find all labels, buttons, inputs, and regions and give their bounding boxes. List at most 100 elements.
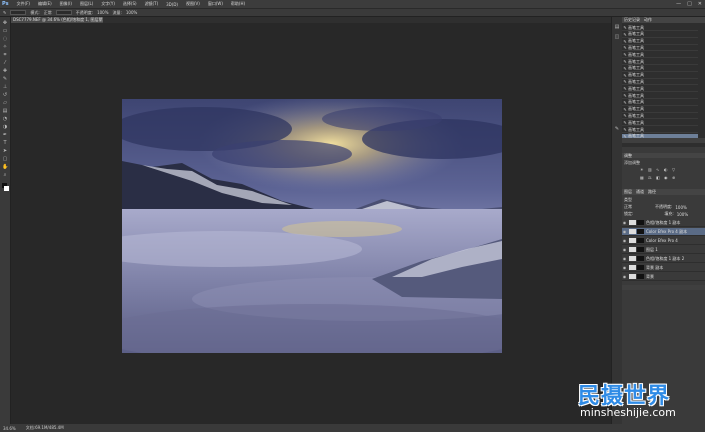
maximize-button[interactable]: □ — [687, 1, 692, 7]
layer-mask-thumbnail[interactable] — [637, 247, 644, 252]
brush-tool-icon[interactable]: ✎ — [3, 10, 6, 15]
zoom-level[interactable]: 34.6% — [3, 426, 16, 431]
visibility-eye-icon[interactable]: ◉ — [622, 256, 627, 261]
background-color-swatch[interactable] — [4, 186, 9, 191]
visibility-eye-icon[interactable]: ◉ — [622, 220, 627, 225]
eraser-icon[interactable]: ▱ — [2, 101, 8, 106]
brush-tool-icon-side[interactable]: ✎ — [2, 77, 8, 82]
layer-row[interactable]: ◉ 色相/饱和度 1 副本 — [622, 219, 705, 227]
layer-kind-filter[interactable]: 类型 — [624, 197, 632, 203]
tab-history[interactable]: 历史记录 — [624, 17, 640, 23]
history-brush-icon[interactable]: ↺ — [2, 93, 8, 98]
history-item[interactable]: ✎ 画笔工具 — [622, 99, 698, 106]
tab-actions[interactable]: 动作 — [644, 17, 652, 23]
history-item[interactable]: ✎ 画笔工具 — [622, 120, 698, 127]
visibility-eye-icon[interactable]: ◉ — [622, 238, 627, 243]
history-item[interactable]: ✎ 画笔工具 — [622, 79, 698, 86]
flow-input[interactable]: 100% — [126, 10, 137, 15]
history-item[interactable]: ✎ 画笔工具 — [622, 31, 698, 38]
visibility-eye-icon[interactable]: ◉ — [622, 274, 627, 279]
levels-icon[interactable]: ▥ — [648, 167, 652, 172]
tab-channels[interactable]: 通道 — [636, 189, 644, 195]
tab-layers[interactable]: 图层 — [624, 189, 632, 195]
menu-type[interactable]: 文字(Y) — [101, 1, 115, 7]
history-item[interactable]: ✎ 画笔工具 — [622, 45, 698, 52]
mode-dropdown[interactable] — [55, 10, 72, 15]
visibility-eye-icon[interactable]: ◉ — [622, 247, 627, 252]
fill-input[interactable]: 100% — [677, 212, 688, 217]
tab-paths[interactable]: 路径 — [648, 189, 656, 195]
hue-saturation-icon[interactable]: ▦ — [640, 175, 644, 180]
minimize-button[interactable]: — — [676, 1, 681, 7]
opacity-input[interactable]: 100% — [97, 10, 108, 15]
marquee-tool-icon[interactable]: ▭ — [2, 29, 8, 34]
layer-opacity-input[interactable]: 100% — [675, 205, 686, 210]
properties-panel-icon[interactable]: ◫ — [614, 35, 620, 40]
hand-tool-icon[interactable]: ✋ — [2, 165, 8, 170]
history-item[interactable]: ✎ 画笔工具 — [622, 86, 698, 93]
layer-mask-thumbnail[interactable] — [637, 274, 644, 279]
menu-image[interactable]: 图像(I) — [60, 1, 72, 7]
path-select-icon[interactable]: ➤ — [2, 149, 8, 154]
color-balance-icon[interactable]: ⚖ — [648, 175, 652, 180]
curves-icon[interactable]: ∿ — [656, 167, 659, 172]
brush-panel-icon[interactable]: ✎ — [614, 127, 620, 132]
exposure-icon[interactable]: ◐ — [664, 167, 668, 172]
layer-mask-thumbnail[interactable] — [637, 229, 644, 234]
type-tool-icon[interactable]: T — [2, 141, 8, 146]
zoom-tool-icon[interactable]: ⌕ — [2, 173, 8, 178]
layer-mask-thumbnail[interactable] — [637, 265, 644, 270]
menu-3d[interactable]: 3D(D) — [166, 2, 178, 7]
history-item[interactable]: ✎ 画笔工具 — [622, 113, 698, 120]
layer-mask-thumbnail[interactable] — [637, 256, 644, 261]
history-item[interactable]: ✎ 画笔工具 — [622, 106, 698, 113]
document-image[interactable] — [122, 99, 502, 353]
history-item[interactable]: ✎ 画笔工具 — [622, 52, 698, 59]
quick-select-icon[interactable]: ✧ — [2, 45, 8, 50]
pen-tool-icon[interactable]: ✒ — [2, 133, 8, 138]
move-tool-icon[interactable]: ✥ — [2, 21, 8, 26]
menu-filter[interactable]: 滤镜(T) — [145, 1, 159, 7]
blend-row: 正常 不透明度: 100% — [624, 204, 687, 210]
eyedropper-icon[interactable]: ⁄ — [2, 61, 8, 66]
history-item[interactable]: ✎ 画笔工具 — [622, 38, 698, 45]
menu-layer[interactable]: 图层(L) — [80, 1, 93, 7]
menu-view[interactable]: 视图(V) — [186, 1, 200, 7]
visibility-eye-icon[interactable]: ◉ — [622, 265, 627, 270]
layer-row[interactable]: ◉ 图层 1 — [622, 246, 705, 254]
blur-tool-icon[interactable]: ◔ — [2, 117, 8, 122]
layer-row[interactable]: ◉ 背景 副本 — [622, 264, 705, 272]
healing-brush-icon[interactable]: ✚ — [2, 69, 8, 74]
close-button[interactable]: ✕ — [698, 1, 702, 7]
gradient-tool-icon[interactable]: ▤ — [2, 109, 8, 114]
shape-tool-icon[interactable]: ▢ — [2, 157, 8, 162]
history-item[interactable]: ✎ 画笔工具 — [622, 72, 698, 79]
crop-tool-icon[interactable]: ⌗ — [2, 53, 8, 58]
history-panel-icon[interactable]: ▤ — [614, 25, 620, 30]
dodge-tool-icon[interactable]: ◑ — [2, 125, 8, 130]
visibility-eye-icon[interactable]: ◉ — [622, 229, 627, 234]
menu-help[interactable]: 帮助(H) — [231, 1, 245, 7]
lasso-tool-icon[interactable]: ◌ — [2, 37, 8, 42]
layer-row[interactable]: ◉ Color Efex Pro 4 — [622, 237, 705, 245]
layer-mask-thumbnail[interactable] — [637, 220, 644, 225]
layer-row[interactable]: ◉ 背景 — [622, 273, 705, 281]
brush-preset-picker[interactable] — [10, 10, 27, 15]
layer-row[interactable]: ◉ 色相/饱和度 1 副本 2 — [622, 255, 705, 263]
clone-stamp-icon[interactable]: ⊥ — [2, 85, 8, 90]
blend-mode-select[interactable]: 正常 — [624, 204, 632, 210]
photo-filter-icon[interactable]: ◉ — [664, 175, 668, 180]
black-white-icon[interactable]: ◧ — [656, 175, 660, 180]
channel-mixer-icon[interactable]: ⊕ — [672, 175, 675, 180]
layer-mask-thumbnail[interactable] — [637, 238, 644, 243]
menu-file[interactable]: 文件(F) — [17, 1, 30, 7]
vibrance-icon[interactable]: ▽ — [672, 167, 675, 172]
brightness-contrast-icon[interactable]: ☀ — [640, 167, 644, 172]
menu-edit[interactable]: 编辑(E) — [38, 1, 52, 7]
layers-footer — [622, 285, 705, 290]
history-item[interactable]: ✎ 画笔工具 — [622, 65, 698, 72]
layer-row[interactable]: ◉ Color Efex Pro 4 副本 — [622, 228, 705, 236]
menu-select[interactable]: 选择(S) — [123, 1, 137, 7]
menu-window[interactable]: 窗口(W) — [208, 1, 223, 7]
mode-select[interactable]: 正常 — [44, 10, 52, 16]
